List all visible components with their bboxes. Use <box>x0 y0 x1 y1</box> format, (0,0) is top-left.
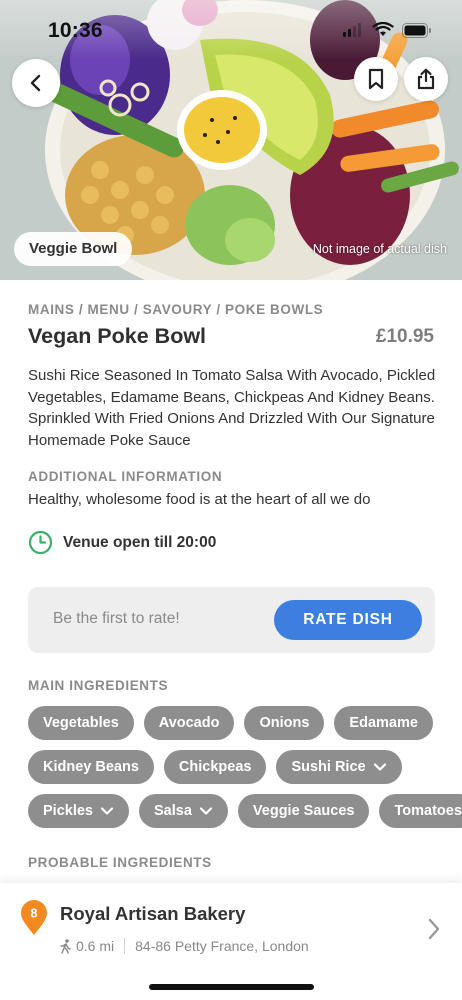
restaurant-bar[interactable]: 8 Royal Artisan Bakery 0.6 mi 84-86 Pett… <box>0 883 462 1000</box>
breadcrumb: MAINS / MENU / SAVOURY / POKE BOWLS <box>28 302 324 317</box>
rating-panel: Be the first to rate! RATE DISH <box>28 587 435 653</box>
back-button[interactable] <box>12 59 60 107</box>
ingredient-chip-label: Chickpeas <box>178 759 252 775</box>
ingredient-row: Vegetables Avocado Onions Edamame <box>28 706 433 740</box>
ingredient-chip[interactable]: Salsa <box>139 794 228 828</box>
ingredient-chip-label: Onions <box>259 715 310 731</box>
ingredient-chip[interactable]: Avocado <box>143 706 235 740</box>
ingredient-row: Pickles Salsa Veggie Sauces Tomatoes <box>28 794 462 828</box>
ingredient-chip[interactable]: Tomatoes <box>379 794 462 828</box>
restaurant-meta: 0.6 mi 84-86 Petty France, London <box>60 938 309 954</box>
chevron-right-icon[interactable] <box>425 917 443 941</box>
image-disclaimer: Not image of actual dish <box>312 242 447 256</box>
ingredient-chip-label: Kidney Beans <box>43 759 139 775</box>
dish-description: Sushi Rice Seasoned In Tomato Salsa With… <box>28 367 436 449</box>
rate-dish-button[interactable]: RATE DISH <box>274 600 422 640</box>
venue-hours: Venue open till 20:00 <box>28 530 216 555</box>
chevron-down-icon <box>199 807 213 815</box>
ingredient-chip[interactable]: Veggie Sauces <box>237 794 370 828</box>
dish-title: Vegan Poke Bowl <box>28 324 207 348</box>
additional-info-label: ADDITIONAL INFORMATION <box>28 469 223 484</box>
dish-price: £10.95 <box>375 326 434 347</box>
probable-ingredients-label: PROBABLE INGREDIENTS <box>28 855 212 870</box>
ingredient-chip-label: Avocado <box>158 715 220 731</box>
clock-icon <box>28 530 53 555</box>
ingredient-chip[interactable]: Pickles <box>28 794 129 828</box>
venue-hours-text: Venue open till 20:00 <box>63 533 217 551</box>
home-indicator <box>149 984 314 990</box>
ingredient-chip-label: Edamame <box>349 715 418 731</box>
restaurant-distance: 0.6 mi <box>76 938 115 954</box>
ingredient-chip-label: Sushi Rice <box>291 759 366 775</box>
ingredient-chip-label: Veggie Sauces <box>252 803 355 819</box>
ingredient-chip[interactable]: Onions <box>244 706 325 740</box>
ingredient-chip-label: Vegetables <box>43 715 119 731</box>
main-ingredients-label: MAIN INGREDIENTS <box>28 678 169 693</box>
chevron-down-icon <box>373 763 386 771</box>
ingredient-chip[interactable]: Vegetables <box>28 706 134 740</box>
status-time: 10:36 <box>48 19 103 42</box>
status-icons <box>342 22 432 38</box>
ingredient-chip[interactable]: Sushi Rice <box>276 750 402 784</box>
restaurant-address: 84-86 Petty France, London <box>135 938 309 954</box>
restaurant-rank: 8 <box>31 907 38 921</box>
wifi-icon <box>372 22 394 36</box>
restaurant-name: Royal Artisan Bakery <box>60 903 246 924</box>
ingredient-chip-label: Pickles <box>43 803 93 819</box>
ingredient-chip[interactable]: Edamame <box>334 706 433 740</box>
chevron-down-icon <box>100 807 114 815</box>
ingredient-chip-label: Salsa <box>154 803 192 819</box>
dish-hero-image: 10:36 Veggie Bowl Not image of actual di… <box>0 0 462 280</box>
share-icon <box>417 68 435 90</box>
additional-info-text: Healthy, wholesome food is at the heart … <box>28 491 371 508</box>
meta-divider <box>124 938 126 954</box>
ingredient-chip[interactable]: Chickpeas <box>163 750 267 784</box>
rating-prompt: Be the first to rate! <box>53 610 180 627</box>
ingredient-chip[interactable]: Kidney Beans <box>28 750 154 784</box>
ingredient-row: Kidney Beans Chickpeas Sushi Rice <box>28 750 402 784</box>
share-button[interactable] <box>404 57 448 101</box>
bookmark-icon <box>368 68 384 90</box>
walking-icon <box>60 938 71 954</box>
battery-icon <box>402 22 431 38</box>
bookmark-button[interactable] <box>354 57 398 101</box>
dish-category-tag: Veggie Bowl <box>14 232 133 266</box>
chevron-left-icon <box>30 74 41 92</box>
ingredient-chip-label: Tomatoes <box>394 803 462 819</box>
signal-icon <box>343 23 361 37</box>
status-bar: 10:36 <box>0 0 462 60</box>
map-pin-icon: 8 <box>21 900 47 935</box>
